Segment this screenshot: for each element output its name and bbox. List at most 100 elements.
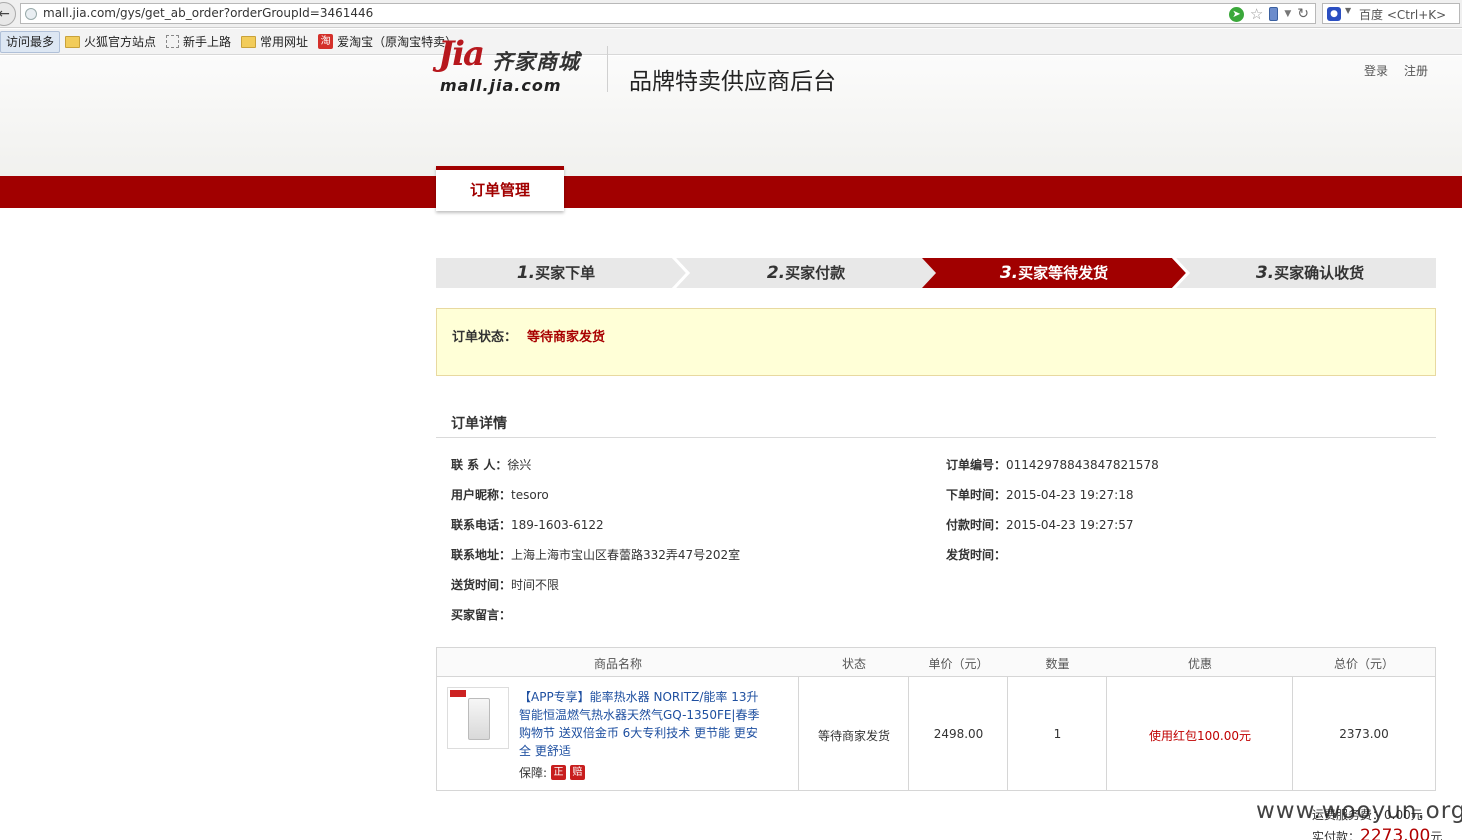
delivery-time-field: 送货时间：时间不限	[451, 576, 559, 593]
bookmark-label: 新手上路	[183, 35, 232, 49]
order-status-box: 订单状态： 等待商家发货	[436, 308, 1436, 376]
order-number-field: 订单编号：01142978843847821578	[946, 456, 1159, 473]
taobao-icon: 淘	[318, 34, 334, 49]
system-title: 品牌特卖供应商后台	[629, 69, 836, 95]
browser-toolbar: ← mall.jia.com/gys/get_ab_order?orderGro…	[0, 0, 1462, 28]
bookmark-common-sites[interactable]: 常用网址	[236, 31, 313, 53]
shipping-time-field: 发货时间：	[946, 546, 1006, 563]
amount-paid-line: 实付款：2273.00元	[1312, 826, 1442, 840]
compensation-badge-icon[interactable]: 赔	[570, 765, 586, 780]
bookmark-label: 常用网址	[260, 35, 309, 49]
bookmarks-bar: 访问最多 火狐官方站点 新手上路 常用网址 淘 爱淘宝（原淘宝特卖）	[0, 29, 1462, 55]
bookmark-star-icon[interactable]: ☆	[1250, 6, 1263, 22]
column-header-product: 商品名称	[593, 657, 642, 671]
field-label: 发货时间：	[946, 548, 1007, 562]
search-input[interactable]: 百度 <Ctrl+K>	[1359, 6, 1446, 23]
row-total: 2373.00	[1339, 727, 1389, 741]
column-header-quantity: 数量	[1045, 657, 1070, 671]
field-label: 买家留言：	[451, 608, 512, 622]
product-thumbnail[interactable]	[447, 687, 509, 749]
go-arrow-icon[interactable]: ➤	[1228, 6, 1244, 22]
column-header-unit-price: 单价（元）	[928, 657, 989, 671]
bookmark-most-visited[interactable]: 访问最多	[0, 30, 61, 53]
field-label: 联系电话：	[451, 518, 512, 532]
field-value: 上海上海市宝山区春蕾路332弄47号202室	[511, 548, 741, 562]
row-unit-price: 2498.00	[933, 727, 984, 741]
mobile-icon[interactable]	[1269, 7, 1279, 21]
contact-name-field: 联 系 人：徐兴	[451, 456, 531, 473]
main-nav-bar	[0, 176, 1462, 208]
water-heater-image	[468, 698, 490, 740]
site-logo[interactable]: Jia 齐家商城 mall.jia.com	[436, 34, 584, 96]
step-number: 3.	[999, 263, 1019, 283]
reload-icon[interactable]: ↻	[1297, 6, 1309, 22]
column-header-discount: 优惠	[1187, 657, 1212, 671]
account-links: 登录 注册	[1364, 62, 1428, 79]
user-nickname-field: 用户昵称：tesoro	[451, 486, 549, 503]
step-awaiting-shipment: 3.买家等待发货	[934, 258, 1174, 288]
watermark: www.wooyun.org	[1256, 798, 1462, 824]
bookmark-label: 火狐官方站点	[84, 35, 157, 49]
field-label: 联系地址：	[451, 548, 512, 562]
table-header: 商品名称 状态 单价（元） 数量 优惠 总价（元）	[437, 648, 1435, 677]
address-bar[interactable]: mall.jia.com/gys/get_ab_order?orderGroup…	[20, 3, 1316, 24]
step-buyer-confirm: 3.买家确认收货	[1188, 258, 1432, 288]
step-number: 1.	[516, 263, 536, 283]
guarantee-label: 保障:	[519, 766, 548, 780]
step-buyer-order: 1.买家下单	[436, 258, 676, 288]
back-arrow-icon[interactable]: ←	[0, 2, 16, 26]
field-value: 时间不限	[511, 578, 560, 592]
step-label: 买家确认收货	[1274, 264, 1365, 282]
status-label: 订单状态：	[452, 330, 518, 345]
field-value: 01142978843847821578	[1006, 458, 1159, 472]
header-divider	[607, 46, 608, 92]
folder-icon	[65, 35, 81, 48]
contact-address-field: 联系地址：上海上海市宝山区春蕾路332弄47号202室	[451, 546, 740, 563]
step-label: 买家下单	[535, 264, 596, 282]
row-quantity: 1	[1053, 727, 1062, 741]
field-value: 189-1603-6122	[511, 518, 604, 532]
baidu-paw-icon[interactable]: ●	[1327, 7, 1341, 21]
field-value: tesoro	[511, 488, 549, 502]
product-name-link[interactable]: 【APP专享】能率热水器 NORITZ/能率 13升智能恒温燃气热水器天然气GQ…	[519, 688, 765, 760]
field-value: 2015-04-23 19:27:57	[1006, 518, 1134, 532]
bookmark-firefox-site[interactable]: 火狐官方站点	[60, 31, 161, 53]
field-label: 订单编号：	[946, 458, 1007, 472]
logo-domain: mall.jia.com	[440, 76, 562, 95]
field-label: 用户昵称：	[451, 488, 512, 502]
bookmark-getting-started[interactable]: 新手上路	[161, 31, 236, 53]
payment-time-field: 付款时间：2015-04-23 19:27:57	[946, 516, 1133, 533]
chevron-down-icon[interactable]: ▼	[1345, 6, 1351, 15]
address-text[interactable]: mall.jia.com/gys/get_ab_order?orderGroup…	[43, 6, 373, 20]
status-badge: 等待商家发货	[527, 330, 606, 345]
login-link[interactable]: 登录	[1364, 62, 1388, 79]
chevron-down-icon[interactable]: ▼	[1284, 9, 1291, 19]
paid-unit: 元	[1430, 830, 1443, 840]
field-label: 联 系 人：	[451, 458, 508, 472]
divider	[436, 437, 1436, 438]
step-buyer-pay: 2.买家付款	[686, 258, 926, 288]
field-label: 付款时间：	[946, 518, 1007, 532]
step-label: 买家等待发货	[1018, 264, 1109, 282]
row-status: 等待商家发货	[817, 729, 890, 743]
paid-label: 实付款：	[1312, 830, 1361, 840]
search-box[interactable]: ● ▼ 百度 <Ctrl+K>	[1322, 3, 1460, 24]
column-header-total: 总价（元）	[1333, 657, 1394, 671]
contact-phone-field: 联系电话：189-1603-6122	[451, 516, 604, 533]
row-discount: 使用红包100.00元	[1149, 729, 1251, 743]
globe-icon	[25, 8, 37, 20]
register-link[interactable]: 注册	[1404, 62, 1428, 79]
field-value: 2015-04-23 19:27:18	[1006, 488, 1134, 502]
folder-icon	[241, 35, 257, 48]
address-bar-icons: ➤ ☆ ▼ ↻	[1228, 5, 1309, 23]
guarantee-row: 保障: 正 赔	[519, 764, 586, 781]
blank-page-icon	[166, 35, 180, 48]
step-label: 买家付款	[785, 264, 846, 282]
column-header-status: 状态	[841, 657, 866, 671]
order-time-field: 下单时间：2015-04-23 19:27:18	[946, 486, 1133, 503]
buyer-message-field: 买家留言：	[451, 606, 511, 623]
logo-mark: Jia	[438, 34, 485, 74]
logo-text: 齐家商城	[492, 50, 580, 74]
tab-order-management[interactable]: 订单管理	[436, 166, 564, 211]
genuine-badge-icon[interactable]: 正	[551, 765, 567, 780]
